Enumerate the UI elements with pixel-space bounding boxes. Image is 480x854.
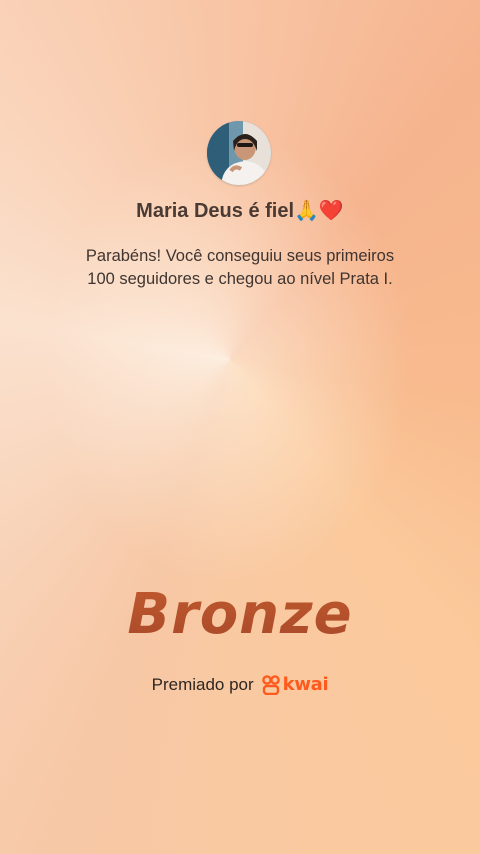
awarded-by: Premiado por kwai <box>0 674 480 695</box>
awarded-label: Premiado por <box>151 674 254 694</box>
kwai-logo: kwai <box>261 674 329 695</box>
kwai-logo-icon <box>261 674 280 695</box>
message-line-2: 100 seguidores e chegou ao nível Prata I… <box>87 270 393 288</box>
badge-title: Bronze <box>0 582 480 647</box>
avatar[interactable] <box>207 121 271 185</box>
congratulations-message: Parabéns! Você conseguiu seus primeiros … <box>40 245 440 291</box>
profile-photo-icon <box>207 121 271 185</box>
achievement-screen: Maria Deus é fiel🙏❤️ Parabéns! Você cons… <box>0 0 480 854</box>
kwai-brand-text: kwai <box>282 674 329 695</box>
user-name: Maria Deus é fiel🙏❤️ <box>136 200 344 222</box>
message-line-1: Parabéns! Você conseguiu seus primeiros <box>85 247 395 265</box>
